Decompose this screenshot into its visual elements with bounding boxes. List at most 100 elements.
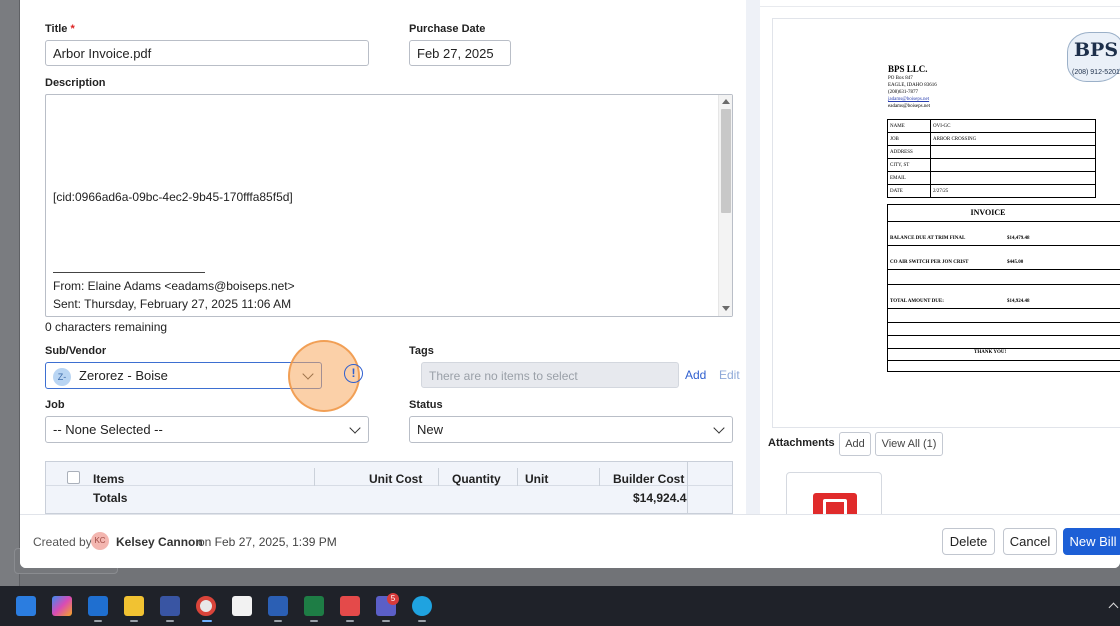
running-app-indicator: [130, 620, 138, 622]
visio-icon[interactable]: [160, 596, 180, 616]
outlook-icon[interactable]: [88, 596, 108, 616]
totals-label: Totals: [93, 491, 128, 505]
invoice-address-line: (208)631-7877: [888, 90, 918, 95]
line-item-desc: CO AIR SWITCH PER JON CRIST: [890, 260, 969, 265]
running-app-indicator: [274, 620, 282, 622]
todoist-icon[interactable]: [340, 596, 360, 616]
microsoft-store-icon[interactable]: [232, 596, 252, 616]
column-unit: Unit: [525, 472, 549, 486]
view-all-button[interactable]: View All (1): [875, 432, 943, 456]
running-app-indicator: [94, 620, 102, 622]
modal-footer: Created by KC Kelsey Cannon on Feb 27, 2…: [20, 514, 1120, 568]
invoice-line-items: INVOICE BALANCE DUE AT TRIM FINAL $14,47…: [887, 204, 1120, 372]
status-select[interactable]: New: [409, 416, 733, 443]
copilot-icon[interactable]: [52, 596, 72, 616]
title-label: Title *: [45, 23, 75, 35]
new-bill-modal: Title * Arbor Invoice.pdf Purchase Date …: [20, 0, 1120, 568]
bill-form: Title * Arbor Invoice.pdf Purchase Date …: [32, 0, 746, 514]
column-divider: [314, 468, 315, 486]
active-app-indicator: [202, 620, 212, 622]
teams-notification-badge: 5: [387, 593, 399, 605]
vendor-avatar: Z-: [53, 368, 71, 386]
column-divider: [687, 462, 688, 513]
document-preview-pane: BPS (208) 912-5201 BPS LLC. PO Box 847 E…: [760, 0, 1120, 522]
created-by-user: Kelsey Cannon: [116, 535, 203, 549]
scroll-thumb[interactable]: [721, 109, 731, 213]
job-value: -- None Selected --: [53, 422, 163, 437]
created-timestamp: on Feb 27, 2025, 1:39 PM: [198, 535, 337, 549]
chevron-down-icon: [349, 422, 361, 434]
column-divider: [438, 468, 439, 486]
running-app-indicator: [166, 620, 174, 622]
invoice-rule: [888, 221, 1120, 222]
cancel-button[interactable]: Cancel: [1003, 528, 1057, 555]
delete-button[interactable]: Delete: [942, 528, 995, 555]
job-select[interactable]: -- None Selected --: [45, 416, 369, 443]
edge-icon[interactable]: [412, 596, 432, 616]
characters-remaining: 0 characters remaining: [45, 320, 168, 334]
job-label: Job: [45, 399, 65, 411]
chrome-icon[interactable]: [196, 596, 216, 616]
attachments-add-button[interactable]: Add: [839, 432, 871, 456]
tags-add-link[interactable]: Add: [685, 368, 706, 382]
invoice-preview[interactable]: BPS (208) 912-5201 BPS LLC. PO Box 847 E…: [772, 18, 1120, 428]
info-row: DATE 2/27/25: [887, 184, 1096, 198]
invoice-info-table: NAME OVI-GC JOB ARBOR CROSSING ADDRESS CIT…: [887, 119, 1096, 198]
column-divider: [599, 468, 600, 486]
excel-icon[interactable]: [304, 596, 324, 616]
description-textarea[interactable]: [cid:0966ad6a-09bc-4ec2-9b45-170fffa85f5…: [45, 94, 733, 317]
invoice-rule: [888, 335, 1120, 336]
title-input[interactable]: Arbor Invoice.pdf: [45, 40, 369, 66]
tags-input: There are no items to select: [421, 362, 679, 388]
column-items: Items: [93, 472, 125, 486]
info-row: ADDRESS: [887, 145, 1096, 159]
description-cid-line: [cid:0966ad6a-09bc-4ec2-9b45-170fffa85f5…: [53, 190, 293, 204]
purchase-date-label: Purchase Date: [409, 23, 486, 35]
tags-label: Tags: [409, 345, 434, 357]
file-explorer-icon[interactable]: [124, 596, 144, 616]
description-sent-line: Sent: Thursday, February 27, 2025 11:06 …: [53, 297, 292, 311]
sub-vendor-label: Sub/Vendor: [45, 345, 107, 357]
created-by-label: Created by: [33, 535, 92, 549]
pane-divider: [746, 0, 760, 514]
bps-logo: BPS (208) 912-5201: [1067, 32, 1120, 82]
invoice-title: INVOICE: [970, 208, 1006, 217]
running-app-indicator: [418, 620, 426, 622]
windows-start-icon[interactable]: [16, 596, 36, 616]
invoice-email-link[interactable]: jadams@boiseps.net: [888, 97, 929, 102]
sub-vendor-select[interactable]: Z- Zerorez - Boise: [45, 362, 322, 389]
warning-icon[interactable]: !: [344, 364, 363, 383]
description-label: Description: [45, 77, 106, 89]
description-scrollbar[interactable]: [718, 95, 732, 316]
word-icon[interactable]: [268, 596, 288, 616]
status-label: Status: [409, 399, 443, 411]
purchase-date-input[interactable]: Feb 27, 2025: [409, 40, 511, 66]
invoice-address-line: EAGLE, IDAHO 83616: [888, 83, 937, 88]
scroll-up-icon[interactable]: [722, 99, 730, 104]
windows-taskbar: [0, 586, 1120, 626]
chevron-down-icon: [713, 422, 725, 434]
totals-value: $14,924.48: [633, 491, 687, 505]
sub-vendor-value: Zerorez - Boise: [79, 368, 168, 383]
new-bill-button[interactable]: New Bill: [1063, 528, 1120, 555]
select-all-checkbox[interactable]: [67, 471, 80, 484]
info-row: JOB ARBOR CROSSING: [887, 132, 1096, 146]
info-row: NAME OVI-GC: [887, 119, 1096, 133]
items-table-header: Items Unit Cost Quantity Unit Builder Co…: [46, 462, 732, 486]
tags-edit-link[interactable]: Edit: [719, 368, 740, 382]
column-quantity: Quantity: [452, 472, 501, 486]
status-value: New: [417, 422, 444, 437]
invoice-address-line: PO Box 847: [888, 76, 913, 81]
invoice-rule: [888, 284, 1120, 285]
invoice-rule: [888, 308, 1120, 309]
line-item-amount: $445.00: [1007, 260, 1024, 265]
invoice-rule: [888, 322, 1120, 323]
scroll-down-icon[interactable]: [722, 306, 730, 311]
pane-top-border: [760, 6, 1120, 7]
items-table: Items Unit Cost Quantity Unit Builder Co…: [45, 461, 733, 514]
invoice-email: eadams@boiseps.net: [888, 104, 930, 109]
invoice-rule: [888, 348, 1120, 349]
thank-you-text: THANK YOU!: [974, 350, 1007, 355]
invoice-rule: [888, 269, 1120, 270]
running-app-indicator: [382, 620, 390, 622]
